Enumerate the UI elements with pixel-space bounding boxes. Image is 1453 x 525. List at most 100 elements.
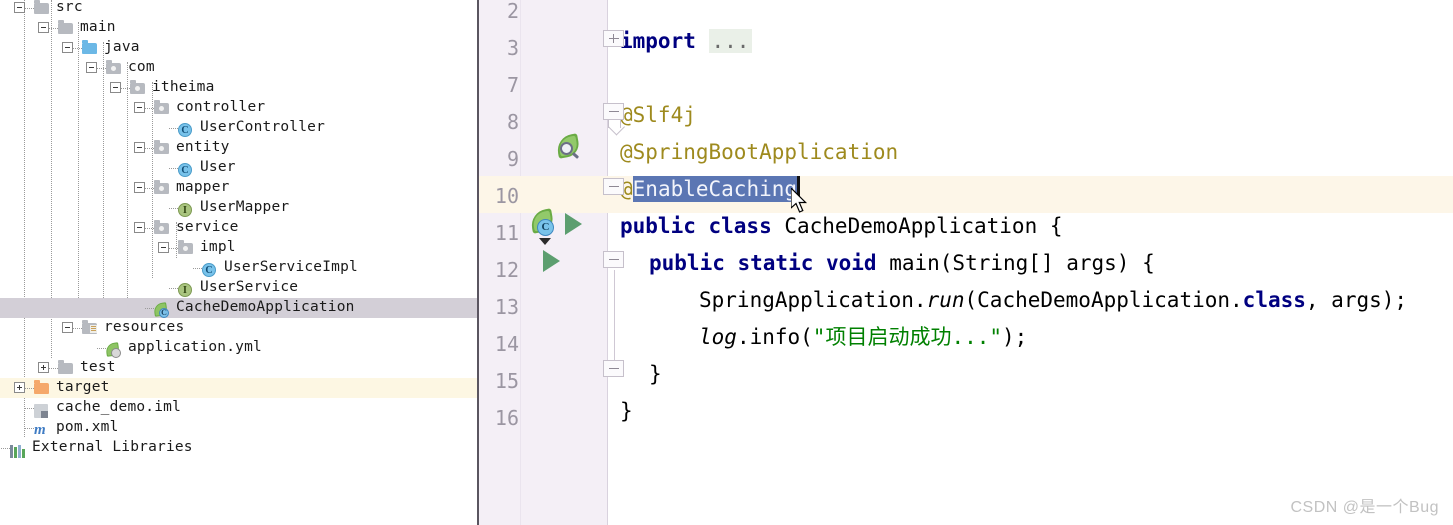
selected-text-enablecaching: EnableCaching bbox=[632, 176, 798, 202]
spring-class-icon[interactable]: C bbox=[529, 208, 559, 236]
collapse-icon[interactable] bbox=[134, 222, 145, 233]
line-number: 13 bbox=[494, 295, 519, 319]
tree-row[interactable]: com bbox=[0, 58, 477, 78]
line-number: 8 bbox=[506, 110, 519, 134]
code-line-12[interactable]: public static void main(String[] args) { bbox=[649, 249, 1155, 277]
interface-badge: I bbox=[178, 203, 192, 217]
gutter-dropdown-icon[interactable] bbox=[539, 238, 551, 245]
tree-connector bbox=[97, 348, 106, 350]
code-editor[interactable]: 2 3 7 8 9 10 11 12 13 14 15 16 import ... @Slf4j @S… bbox=[477, 0, 1453, 525]
code-line-16[interactable]: } bbox=[620, 397, 633, 425]
tree-row[interactable]: java bbox=[0, 38, 477, 58]
line-number: 10 bbox=[494, 184, 519, 208]
tree-connector bbox=[169, 208, 178, 210]
collapse-icon[interactable] bbox=[110, 82, 121, 93]
tree-row[interactable]: impl bbox=[0, 238, 477, 258]
folder-shape bbox=[34, 0, 49, 14]
fold-plus-icon bbox=[603, 30, 624, 47]
tree-row[interactable]: service bbox=[0, 218, 477, 238]
tree-connector bbox=[49, 368, 58, 370]
expand-icon[interactable] bbox=[38, 362, 49, 373]
tree-row[interactable]: C UserServiceImpl bbox=[0, 258, 477, 278]
code-line-15[interactable]: } bbox=[649, 360, 662, 388]
tree-row[interactable]: I UserMapper bbox=[0, 198, 477, 218]
folder-shape bbox=[82, 40, 97, 54]
tree-row-label: UserMapper bbox=[200, 199, 290, 215]
springapplication-call: SpringApplication. bbox=[699, 288, 927, 312]
collapse-icon[interactable] bbox=[62, 42, 73, 53]
class-name-cachedemoapplication: CacheDemoApplication { bbox=[771, 214, 1063, 238]
code-line-14[interactable]: log.info("项目启动成功..."); bbox=[699, 323, 1027, 351]
line-number: 11 bbox=[494, 221, 519, 245]
tree-row-label: src bbox=[56, 0, 83, 15]
tree-row[interactable]: application.yml bbox=[0, 338, 477, 358]
external-libraries-icon bbox=[10, 441, 26, 458]
collapse-icon[interactable] bbox=[14, 2, 25, 13]
tree-row-label: UserService bbox=[200, 279, 299, 295]
tree-row[interactable]: itheima bbox=[0, 78, 477, 98]
folder-package-icon bbox=[154, 100, 170, 115]
expand-icon[interactable] bbox=[14, 382, 25, 393]
tree-row[interactable]: controller bbox=[0, 98, 477, 118]
package-dot bbox=[135, 86, 140, 91]
fold-minus-icon bbox=[603, 251, 624, 268]
tree-row[interactable]: C CacheDemoApplication bbox=[0, 298, 477, 318]
collapse-icon[interactable] bbox=[158, 242, 169, 253]
tree-connector bbox=[169, 168, 178, 170]
collapse-icon[interactable] bbox=[134, 182, 145, 193]
editor-line-row[interactable]: 7 bbox=[479, 65, 1453, 102]
tree-row[interactable]: cache_demo.iml bbox=[0, 398, 477, 418]
tree-row-label: target bbox=[56, 379, 110, 395]
code-line-13[interactable]: SpringApplication.run(CacheDemoApplicati… bbox=[699, 286, 1407, 314]
tree-connector bbox=[145, 308, 154, 310]
tree-row-label: main bbox=[80, 19, 116, 35]
code-line-9[interactable]: @SpringBootApplication bbox=[620, 138, 898, 166]
main-signature: main(String[] args) { bbox=[876, 251, 1155, 275]
code-line-8[interactable]: @Slf4j bbox=[620, 101, 696, 129]
folder-gray-icon bbox=[58, 20, 74, 35]
tree-row-label: External Libraries bbox=[32, 439, 193, 455]
package-dot bbox=[159, 146, 164, 151]
spring-boot-class-icon: C bbox=[153, 302, 170, 318]
code-line-11[interactable]: public class CacheDemoApplication { bbox=[620, 212, 1063, 240]
tree-row[interactable]: I UserService bbox=[0, 278, 477, 298]
tree-row[interactable]: External Libraries bbox=[0, 438, 477, 458]
editor-line-row[interactable]: 2 bbox=[479, 0, 1453, 28]
module-file-icon bbox=[34, 404, 48, 418]
package-dot bbox=[159, 106, 164, 111]
tree-row[interactable]: main bbox=[0, 18, 477, 38]
collapse-icon[interactable] bbox=[134, 102, 145, 113]
line-number: 9 bbox=[506, 147, 519, 171]
line-number: 14 bbox=[494, 332, 519, 356]
tree-row[interactable]: m pom.xml bbox=[0, 418, 477, 438]
collapse-icon[interactable] bbox=[86, 62, 97, 73]
line-number: 12 bbox=[494, 258, 519, 282]
tree-row[interactable]: src bbox=[0, 0, 477, 18]
tree-row[interactable]: test bbox=[0, 358, 477, 378]
tree-row[interactable]: resources bbox=[0, 318, 477, 338]
tree-connector bbox=[145, 228, 154, 230]
tree-row-label: service bbox=[176, 219, 239, 235]
tree-row[interactable]: entity bbox=[0, 138, 477, 158]
tree-connector bbox=[121, 88, 130, 90]
run-method-icon[interactable] bbox=[543, 250, 560, 272]
project-tool-window[interactable]: src main java com itheima controller C UserCont… bbox=[0, 0, 477, 525]
class-badge: C bbox=[178, 163, 192, 177]
code-line-3[interactable]: import ... bbox=[620, 27, 753, 55]
editor-line-row[interactable]: 15 bbox=[479, 361, 1453, 398]
watermark: CSDN @是一个Bug bbox=[1290, 499, 1439, 516]
collapse-icon[interactable] bbox=[38, 22, 49, 33]
package-dot bbox=[159, 226, 164, 231]
spring-bean-search-icon[interactable] bbox=[555, 133, 585, 161]
tree-row[interactable]: target bbox=[0, 378, 477, 398]
package-dot bbox=[183, 246, 188, 251]
tree-connector bbox=[49, 28, 58, 30]
code-line-10[interactable]: @EnableCaching bbox=[620, 175, 801, 203]
spring-yaml-icon bbox=[105, 342, 122, 358]
tree-row[interactable]: C User bbox=[0, 158, 477, 178]
collapse-icon[interactable] bbox=[62, 322, 73, 333]
collapse-icon[interactable] bbox=[134, 142, 145, 153]
tree-row[interactable]: C UserController bbox=[0, 118, 477, 138]
tree-row[interactable]: mapper bbox=[0, 178, 477, 198]
run-class-icon[interactable] bbox=[565, 213, 582, 235]
